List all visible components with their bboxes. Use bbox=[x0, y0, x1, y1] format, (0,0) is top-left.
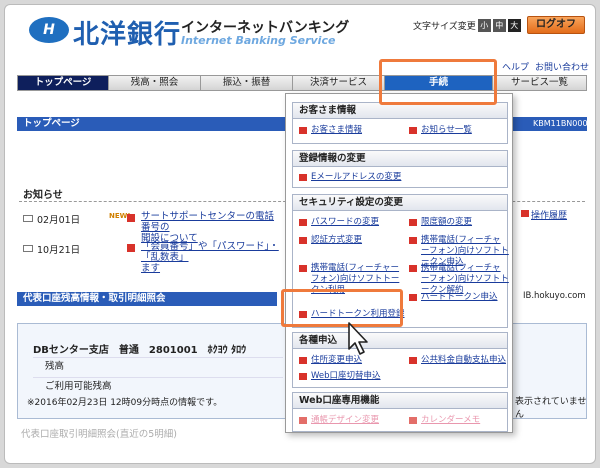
notice-link[interactable]: サートサポートセンターの電話番号の 開設について bbox=[141, 211, 279, 244]
arrow-icon bbox=[409, 127, 417, 134]
font-size-label: 文字サイズ変更 bbox=[413, 22, 476, 32]
menu-item-passbook-design[interactable]: 通帳デザイン変更 bbox=[299, 415, 379, 426]
menu-item-label[interactable]: ハードトークン申込 bbox=[421, 292, 498, 302]
mail-icon bbox=[23, 215, 33, 222]
menu-item-label[interactable]: Eメールアドレスの変更 bbox=[311, 172, 401, 182]
menu-item-email-change[interactable]: Eメールアドレスの変更 bbox=[299, 172, 401, 183]
menu-item-label[interactable]: カレンダーメモ bbox=[421, 415, 480, 425]
right-note: 表示されていません bbox=[515, 397, 587, 420]
menu-item-label[interactable]: 携帯電話(フィーチャーフォン)向けソフトトークン解約 bbox=[421, 263, 509, 295]
menu-item-notice-list[interactable]: お知らせ一覧 bbox=[409, 125, 472, 136]
page-id: KBM11BN000B bbox=[533, 119, 594, 128]
menu-item-label[interactable]: Web口座切替申込 bbox=[311, 371, 381, 381]
arrow-icon bbox=[521, 210, 529, 217]
arrow-icon bbox=[299, 265, 307, 272]
notice-date: 02月01日 bbox=[37, 215, 81, 226]
arrow-icon bbox=[409, 237, 417, 244]
applications-group: 各種申込 住所変更申込 公共料金自動支払申込 Web口座切替申込 bbox=[292, 332, 508, 388]
arrow-icon bbox=[299, 237, 307, 244]
menu-item-customer-info[interactable]: お客さま情報 bbox=[299, 125, 362, 136]
notice-link[interactable]: 「会員番号」や「パスワード」・「乱数表」 ます bbox=[141, 241, 279, 274]
arrow-icon bbox=[299, 127, 307, 134]
arrow-icon bbox=[299, 174, 307, 181]
main-nav: トップページ 残高・照会 振込・振替 決済サービス 手続 サービス一覧 bbox=[17, 75, 587, 91]
font-large-button[interactable]: 大 bbox=[507, 19, 521, 32]
arrow-icon bbox=[299, 373, 307, 380]
group-title: セキュリティ設定の変更 bbox=[293, 195, 507, 211]
menu-item-label[interactable]: 公共料金自動支払申込 bbox=[421, 355, 506, 365]
as-of-note: ※2016年02月23日 12時09分時点の情報です。 bbox=[27, 398, 223, 408]
history-link[interactable]: 操作履歴 bbox=[531, 208, 567, 221]
browser-frame: H 北洋銀行 インターネットバンキング Internet Banking Ser… bbox=[4, 4, 596, 464]
web-account-group: Web口座専用機能 通帳デザイン変更 カレンダーメモ bbox=[292, 392, 508, 432]
arrow-icon bbox=[409, 417, 417, 424]
menu-item-auth-method[interactable]: 認証方式変更 bbox=[299, 235, 399, 246]
arrow-icon bbox=[299, 417, 307, 424]
domain-note: IB.hokuyo.com bbox=[523, 291, 586, 301]
notice-item: 10月21日 「会員番号」や「パスワード」・「乱数表」 ます bbox=[19, 241, 279, 274]
tab-payment-service[interactable]: 決済サービス bbox=[293, 75, 385, 91]
tab-transfer[interactable]: 振込・振替 bbox=[201, 75, 293, 91]
arrow-icon bbox=[127, 244, 135, 252]
logout-button[interactable]: ログオフ bbox=[527, 16, 585, 34]
menu-item-calendar-memo[interactable]: カレンダーメモ bbox=[409, 415, 480, 426]
mail-icon bbox=[23, 245, 33, 252]
notice-link-line1[interactable]: 「会員番号」や「パスワード」・「乱数表」 bbox=[141, 241, 279, 263]
menu-item-label[interactable]: 限度額の変更 bbox=[421, 217, 472, 227]
notice-link-line2[interactable]: ます bbox=[141, 263, 160, 274]
arrow-icon bbox=[299, 219, 307, 226]
font-size-control: 文字サイズ変更 小 中 大 bbox=[413, 19, 521, 32]
tab-highlight-box bbox=[379, 59, 497, 105]
menu-item-utility-payment[interactable]: 公共料金自動支払申込 bbox=[409, 355, 506, 366]
bank-name: 北洋銀行 bbox=[73, 20, 182, 50]
account-name: DBセンター支店 普通 2801001 ﾎｸﾖｳ ﾀﾛｳ bbox=[33, 345, 247, 356]
arrow-icon bbox=[409, 219, 417, 226]
tab-balance-inquiry[interactable]: 残高・照会 bbox=[109, 75, 201, 91]
customer-info-group: お客さま情報 お客さま情報 お知らせ一覧 bbox=[292, 102, 508, 144]
notice-date: 10月21日 bbox=[37, 245, 81, 256]
registration-group: 登録情報の変更 Eメールアドレスの変更 bbox=[292, 150, 508, 188]
menu-item-web-account-switch[interactable]: Web口座切替申込 bbox=[299, 371, 381, 382]
procedures-dropdown-menu: お客さま情報 お客さま情報 お知らせ一覧 登録情報の変更 Eメールアドレスの変更… bbox=[285, 93, 513, 433]
mouse-pointer-icon bbox=[348, 322, 368, 355]
menu-item-hard-token-apply[interactable]: ハードトークン申込 bbox=[409, 292, 509, 303]
bank-logo-icon: H bbox=[29, 17, 69, 43]
menu-item-label[interactable]: お客さま情報 bbox=[311, 125, 362, 135]
arrow-icon bbox=[409, 357, 417, 364]
menu-item-highlight-box bbox=[281, 289, 403, 327]
group-title: Web口座専用機能 bbox=[293, 393, 507, 409]
arrow-icon bbox=[409, 294, 417, 301]
arrow-icon bbox=[299, 357, 307, 364]
notice-item: 02月01日 NEW! サートサポートセンターの電話番号の 開設について bbox=[19, 211, 279, 244]
account-section-title: 代表口座残高情報・取引明細照会 bbox=[17, 292, 277, 306]
menu-item-label[interactable]: パスワードの変更 bbox=[311, 217, 379, 227]
tab-top-page[interactable]: トップページ bbox=[17, 75, 109, 91]
help-link[interactable]: ヘルプ bbox=[502, 60, 529, 73]
menu-item-label[interactable]: 通帳デザイン変更 bbox=[311, 415, 379, 425]
menu-item-label[interactable]: お知らせ一覧 bbox=[421, 125, 472, 135]
menu-item-password-change[interactable]: パスワードの変更 bbox=[299, 217, 399, 228]
notices-title: お知らせ bbox=[23, 190, 63, 201]
ib-subtitle: Internet Banking Service bbox=[181, 34, 336, 47]
tab-service-list[interactable]: サービス一覧 bbox=[493, 75, 587, 91]
arrow-icon bbox=[127, 214, 135, 222]
font-medium-button[interactable]: 中 bbox=[492, 19, 506, 32]
contact-link[interactable]: お問い合わせ bbox=[535, 60, 589, 73]
sub-section-title: 代表口座取引明細照会(直近の5明細) bbox=[21, 429, 177, 440]
balance-label: 残高 bbox=[33, 357, 283, 375]
font-small-button[interactable]: 小 bbox=[477, 19, 491, 32]
menu-item-limit-change[interactable]: 限度額の変更 bbox=[409, 217, 507, 228]
group-title: お客さま情報 bbox=[293, 103, 507, 119]
group-title: 登録情報の変更 bbox=[293, 151, 507, 167]
group-title: 各種申込 bbox=[293, 333, 507, 349]
available-balance-label: ご利用可能残高 bbox=[33, 377, 283, 395]
notice-link-line1[interactable]: サートサポートセンターの電話番号の bbox=[141, 211, 274, 233]
menu-item-label[interactable]: 認証方式変更 bbox=[311, 235, 362, 245]
arrow-icon bbox=[409, 265, 417, 272]
